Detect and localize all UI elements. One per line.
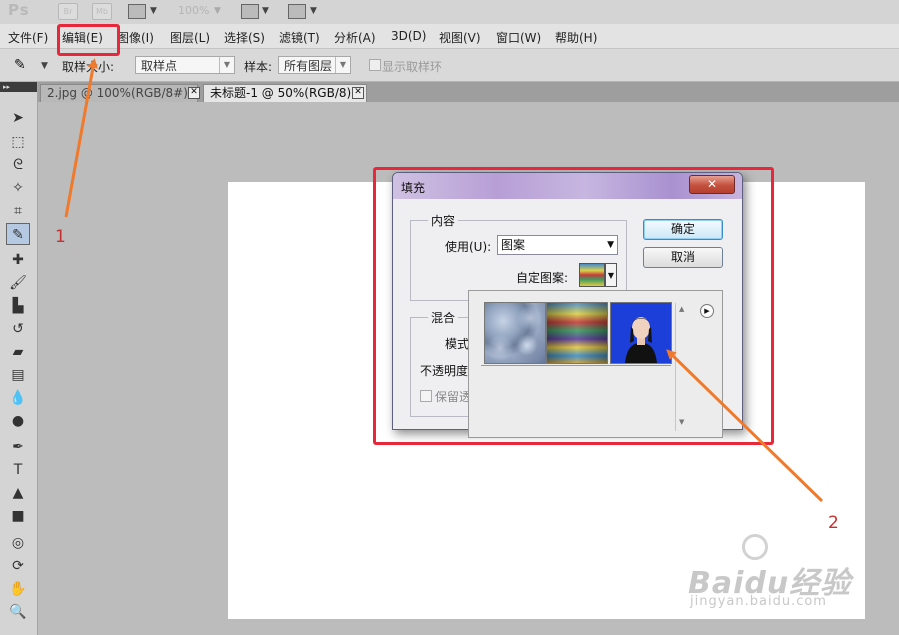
annotation-step-2: 2 bbox=[828, 513, 839, 533]
annotation-step-1: 1 bbox=[55, 227, 66, 247]
annotation-arrows bbox=[64, 58, 824, 503]
arrow-to-portrait-pattern bbox=[666, 349, 824, 503]
arrow-to-edit-menu bbox=[64, 58, 98, 218]
